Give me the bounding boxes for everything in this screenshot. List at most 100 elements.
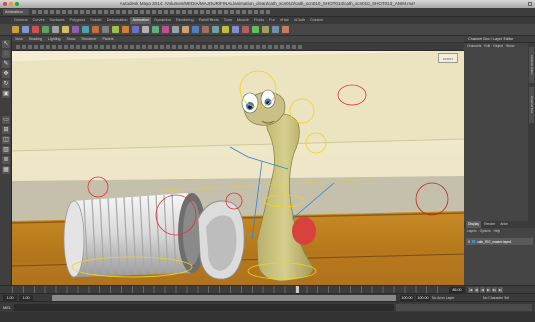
panel-toolbar-icon[interactable] [40,45,44,49]
shelf-tab-subdiv[interactable]: Subdiv [88,17,104,24]
shelf-tab-fur[interactable]: Fur [267,17,277,24]
shelf-tab-ncloth[interactable]: nCloth [292,17,307,24]
shelf-tool-icon[interactable] [12,26,19,33]
panel-toolbar-icon[interactable] [268,45,272,49]
status-line-icon[interactable] [38,10,42,14]
shelf-tab-custom[interactable]: Custom [308,17,325,24]
panel-toolbar-icon[interactable] [124,45,128,49]
status-line-icon[interactable] [56,10,60,14]
status-line-icon[interactable] [122,10,126,14]
shelf-tool-icon[interactable] [282,26,289,33]
status-line-icon[interactable] [116,10,120,14]
status-line-icon[interactable] [128,10,132,14]
panel-toolbar-icon[interactable] [58,45,62,49]
shelf-tool-icon[interactable] [202,26,209,33]
rotate-icon[interactable]: ↻ [2,80,10,88]
layout-four-icon[interactable]: ⊞ [2,126,10,134]
shelf-tool-icon[interactable] [62,26,69,33]
panel-menu-shading[interactable]: Shading [26,36,45,43]
viewcube[interactable]: FRONT [438,53,458,63]
shelf-tool-icon[interactable] [132,26,139,33]
shelf-tab-animation[interactable]: Animation [130,17,152,24]
menu-set-dropdown[interactable]: Animation [3,9,29,15]
layout-single-icon[interactable]: ▭ [2,116,10,124]
status-line-icon[interactable] [188,10,192,14]
layout-persp-icon[interactable]: ▦ [2,166,10,174]
shelf-tool-icon[interactable] [102,26,109,33]
lasso-icon[interactable]: ◌ [2,50,10,58]
panel-toolbar-icon[interactable] [286,45,290,49]
minimize-window-icon[interactable] [9,2,13,6]
shelf-tab-deformation[interactable]: Deformation [105,17,130,24]
shelf-tool-icon[interactable] [192,26,199,33]
shelf-tool-icon[interactable] [252,26,259,33]
status-line-icon[interactable] [80,10,84,14]
mel-label[interactable]: MEL [3,304,11,311]
panel-toolbar-icon[interactable] [28,45,32,49]
status-line-icon[interactable] [32,10,36,14]
status-line-icon[interactable] [200,10,204,14]
panel-menu-show[interactable]: Show [64,36,79,43]
fullscreen-icon[interactable] [528,2,532,6]
shelf-tab-painteffects[interactable]: PaintEffects [197,17,221,24]
shelf-tool-icon[interactable] [152,26,159,33]
layer-row[interactable]: V cath_RIG_master:layer1 [466,238,533,245]
panel-toolbar-icon[interactable] [22,45,26,49]
scale-icon[interactable]: ▣ [2,90,10,98]
status-line-icon[interactable] [146,10,150,14]
panel-toolbar-icon[interactable] [160,45,164,49]
shelf-tab-polygons[interactable]: Polygons [68,17,88,24]
panel-toolbar-icon[interactable] [64,45,68,49]
status-line-icon[interactable] [164,10,168,14]
panel-toolbar-icon[interactable] [148,45,152,49]
status-line-icon[interactable] [86,10,90,14]
panel-menu-view[interactable]: View [12,36,26,43]
panel-menu-panels[interactable]: Panels [100,36,117,43]
panel-toolbar-icon[interactable] [250,45,254,49]
panel-toolbar-icon[interactable] [142,45,146,49]
shelf-tool-icon[interactable] [232,26,239,33]
status-line-icon[interactable] [260,10,264,14]
layout-side-icon[interactable]: ▥ [2,146,10,154]
panel-toolbar-icon[interactable] [244,45,248,49]
panel-toolbar-icon[interactable] [70,45,74,49]
layer-tab-display[interactable]: Display [466,221,482,228]
panel-toolbar-icon[interactable] [184,45,188,49]
shelf-tab-rendering[interactable]: Rendering [174,17,196,24]
panel-toolbar-icon[interactable] [226,45,230,49]
status-line-icon[interactable] [212,10,216,14]
layout-graph-icon[interactable]: ≣ [2,156,10,164]
close-window-icon[interactable] [3,2,7,6]
shelf-tool-icon[interactable] [112,26,119,33]
status-line-icon[interactable] [98,10,102,14]
paint-select-icon[interactable]: ✎ [2,60,10,68]
panel-toolbar-icon[interactable] [202,45,206,49]
side-tab-channel-box[interactable]: Channel Box [529,87,534,123]
panel-toolbar-icon[interactable] [298,45,302,49]
panel-toolbar-icon[interactable] [178,45,182,49]
panel-toolbar-icon[interactable] [76,45,80,49]
shelf-tool-icon[interactable] [262,26,269,33]
panel-toolbar-icon[interactable] [166,45,170,49]
panel-menu-renderer[interactable]: Renderer [79,36,100,43]
shelf-tool-icon[interactable] [52,26,59,33]
status-line-icon[interactable] [248,10,252,14]
status-line-icon[interactable] [140,10,144,14]
status-line-icon[interactable] [206,10,210,14]
shelf-tool-icon[interactable] [122,26,129,33]
panel-toolbar-icon[interactable] [112,45,116,49]
layout-split-icon[interactable]: ◫ [2,136,10,144]
panel-toolbar-icon[interactable] [106,45,110,49]
channel-box-list[interactable] [464,49,528,221]
panel-toolbar-icon[interactable] [118,45,122,49]
panel-toolbar-icon[interactable] [220,45,224,49]
status-line-icon[interactable] [104,10,108,14]
status-line-icon[interactable] [224,10,228,14]
status-line-icon[interactable] [134,10,138,14]
shelf-tab-surfaces[interactable]: Surfaces [48,17,67,24]
shelf-tool-icon[interactable] [92,26,99,33]
layer-color-swatch[interactable] [472,240,476,243]
panel-toolbar-icon[interactable] [100,45,104,49]
mel-command-input[interactable] [14,304,394,311]
status-line-icon[interactable] [44,10,48,14]
